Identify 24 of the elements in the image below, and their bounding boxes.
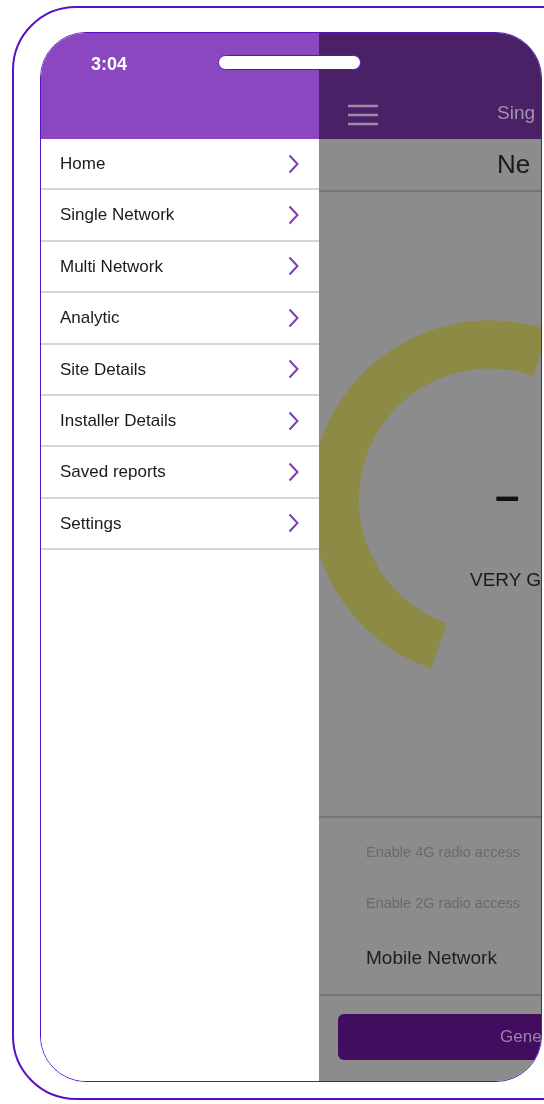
generate-button[interactable]: Gene [338, 1014, 541, 1060]
menu-item-label: Multi Network [60, 255, 163, 278]
chevron-right-icon [288, 513, 299, 534]
chevron-right-icon [288, 205, 299, 226]
screen-heading: Ne [497, 148, 531, 181]
menu-item-label: Home [60, 152, 106, 175]
chevron-right-icon [288, 307, 299, 328]
gauge-rating: VERY G [470, 568, 541, 592]
chevron-right-icon [288, 359, 299, 380]
app-bar-title: Sing [497, 100, 536, 125]
menu-item-label: Site Details [60, 358, 146, 381]
chevron-right-icon [288, 256, 299, 277]
menu-item-label: Saved reports [60, 461, 166, 484]
chevron-right-icon [288, 153, 299, 174]
menu-item-label: Single Network [60, 204, 175, 227]
menu-item-label: Installer Details [60, 409, 177, 432]
chevron-right-icon [288, 462, 299, 483]
status-time: 3:04 [91, 54, 128, 74]
chevron-right-icon [288, 410, 299, 431]
menu-icon[interactable] [347, 104, 379, 126]
menu-item-label: Settings [60, 512, 122, 535]
menu-item-label: Analytic [60, 307, 120, 330]
gauge-value: – [495, 474, 520, 518]
section-title: Mobile Network [366, 946, 498, 970]
